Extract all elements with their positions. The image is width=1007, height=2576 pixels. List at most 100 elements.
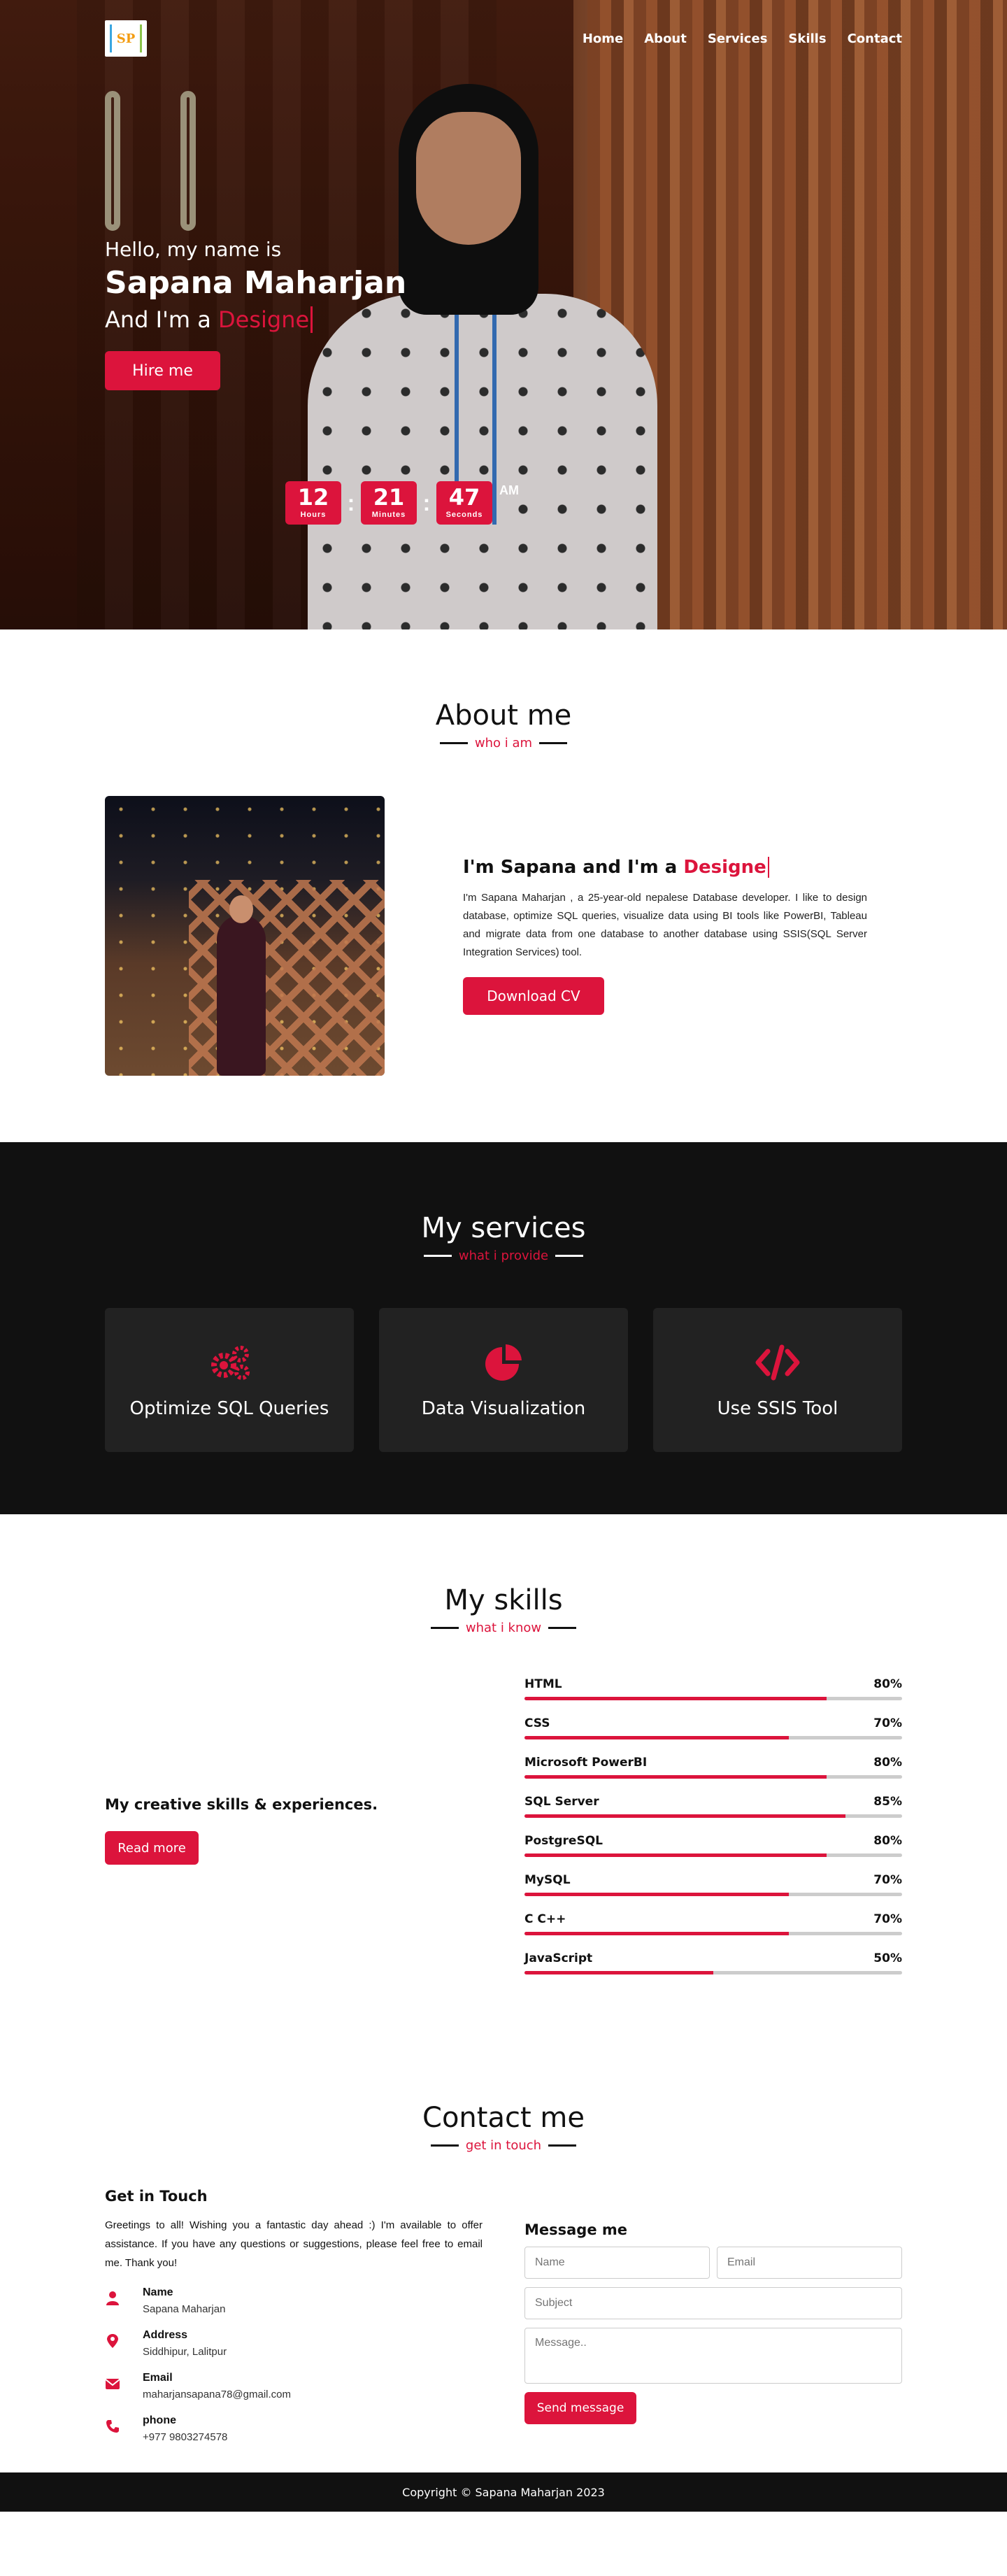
gears-icon bbox=[211, 1346, 250, 1380]
hero-name: Sapana Maharjan bbox=[105, 265, 407, 301]
skill-name: PostgreSQL bbox=[524, 1834, 603, 1848]
services-subtitle: what i provide bbox=[424, 1248, 583, 1263]
skill-name: HTML bbox=[524, 1677, 562, 1691]
user-icon bbox=[106, 2291, 119, 2305]
info-value[interactable]: maharjansapana78@gmail.com bbox=[143, 2389, 291, 2400]
contact-subtitle: get in touch bbox=[431, 2138, 576, 2153]
nav-link-contact[interactable]: Contact bbox=[848, 31, 902, 46]
skill-bar-fill bbox=[524, 1932, 789, 1935]
service-card[interactable]: Use SSIS Tool bbox=[653, 1308, 902, 1452]
service-title: Data Visualization bbox=[421, 1398, 586, 1419]
nav-link-services[interactable]: Services bbox=[708, 31, 768, 46]
hero-role-typed: Designe bbox=[218, 306, 313, 333]
email-input[interactable] bbox=[717, 2247, 902, 2279]
skill-bar bbox=[524, 1853, 902, 1857]
contact-info-phone: phone +977 9803274578 bbox=[105, 2414, 483, 2443]
contact-info-name: Name Sapana Maharjan bbox=[105, 2286, 483, 2315]
hero-intro: Hello, my name is Sapana Maharjan And I'… bbox=[105, 238, 406, 390]
about-photo bbox=[105, 796, 385, 1076]
skill-bar-fill bbox=[524, 1814, 845, 1818]
skill-bar bbox=[524, 1775, 902, 1779]
clock-period: AM bbox=[499, 483, 519, 497]
info-label: phone bbox=[143, 2414, 176, 2426]
clock-seconds: 47 Seconds bbox=[436, 481, 492, 525]
hero-role: And I'm a Designe bbox=[105, 306, 406, 333]
skill-bar-fill bbox=[524, 1775, 827, 1779]
name-input[interactable] bbox=[524, 2247, 710, 2279]
skills-section: My skills what i know My creative skills… bbox=[0, 1514, 1007, 2032]
code-icon bbox=[755, 1344, 800, 1381]
nav-menu: Home About Services Skills Contact bbox=[583, 31, 902, 46]
skill-list: HTML 80% CSS 70% Microsoft PowerBI 80% SQL … bbox=[524, 1677, 902, 1991]
skill-bar bbox=[524, 1971, 902, 1974]
clock-seconds-value: 47 bbox=[448, 484, 480, 511]
contact-section: Contact me get in touch Get in Touch Gre… bbox=[0, 2032, 1007, 2472]
download-cv-button[interactable]: Download CV bbox=[463, 977, 604, 1015]
message-textarea[interactable] bbox=[524, 2328, 902, 2384]
get-in-touch-heading: Get in Touch bbox=[105, 2188, 208, 2205]
skills-subtitle: what i know bbox=[431, 1621, 576, 1635]
read-more-button[interactable]: Read more bbox=[105, 1831, 199, 1865]
about-title: About me bbox=[435, 699, 572, 732]
skill-percent: 80% bbox=[873, 1677, 902, 1691]
hire-me-button[interactable]: Hire me bbox=[105, 351, 220, 390]
skill-percent: 80% bbox=[873, 1834, 902, 1848]
about-heading: I'm Sapana and I'm a Designe bbox=[463, 857, 867, 878]
skill-percent: 50% bbox=[873, 1951, 902, 1965]
clock-separator: : bbox=[422, 490, 431, 515]
services-section: My services what i provide Optimize SQL … bbox=[0, 1142, 1007, 1514]
message-me-heading: Message me bbox=[524, 2221, 628, 2238]
service-card[interactable]: Optimize SQL Queries bbox=[105, 1308, 354, 1452]
service-card[interactable]: Data Visualization bbox=[379, 1308, 628, 1452]
site-logo[interactable]: SP bbox=[105, 20, 147, 57]
skill-bar bbox=[524, 1932, 902, 1935]
skill-percent: 70% bbox=[873, 1912, 902, 1926]
envelope-icon bbox=[105, 2379, 120, 2389]
skill-bar-fill bbox=[524, 1853, 827, 1857]
skill-percent: 70% bbox=[873, 1716, 902, 1730]
skill-bar bbox=[524, 1814, 902, 1818]
nav-link-about[interactable]: About bbox=[644, 31, 687, 46]
contact-info-email: Email maharjansapana78@gmail.com bbox=[105, 2372, 483, 2400]
about-section: About me who i am I'm Sapana and I'm a D… bbox=[0, 629, 1007, 1142]
nav-link-skills[interactable]: Skills bbox=[788, 31, 826, 46]
skill-item: HTML 80% bbox=[524, 1677, 902, 1700]
clock-minutes: 21 Minutes bbox=[361, 481, 417, 525]
pie-chart-icon bbox=[485, 1344, 522, 1381]
clock-hours: 12 Hours bbox=[285, 481, 341, 525]
send-message-button[interactable]: Send message bbox=[524, 2392, 636, 2424]
skill-item: Microsoft PowerBI 80% bbox=[524, 1756, 902, 1779]
services-title: My services bbox=[421, 1212, 586, 1244]
info-label: Name bbox=[143, 2286, 173, 2298]
copyright-text: Copyright © Sapana Maharjan 2023 bbox=[402, 2485, 605, 2499]
subject-input[interactable] bbox=[524, 2287, 902, 2319]
info-label: Address bbox=[143, 2329, 188, 2341]
about-heading-prefix: I'm Sapana and I'm a bbox=[463, 857, 678, 878]
skill-item: C C++ 70% bbox=[524, 1912, 902, 1935]
service-title: Optimize SQL Queries bbox=[129, 1398, 329, 1419]
info-value[interactable]: +977 9803274578 bbox=[143, 2431, 227, 2443]
clock-minutes-value: 21 bbox=[373, 484, 405, 511]
clock-hours-value: 12 bbox=[297, 484, 329, 511]
skill-item: CSS 70% bbox=[524, 1716, 902, 1739]
clock-separator: : bbox=[347, 490, 355, 515]
skill-bar-fill bbox=[524, 1971, 713, 1974]
info-value: Sapana Maharjan bbox=[143, 2303, 226, 2315]
skill-item: JavaScript 50% bbox=[524, 1951, 902, 1974]
navbar: SP Home About Services Skills Contact bbox=[0, 0, 1007, 77]
hero-section: SP Home About Services Skills Contact He… bbox=[0, 0, 1007, 629]
skill-name: Microsoft PowerBI bbox=[524, 1756, 648, 1770]
skill-item: SQL Server 85% bbox=[524, 1795, 902, 1818]
skill-name: MySQL bbox=[524, 1873, 571, 1887]
nav-link-home[interactable]: Home bbox=[583, 31, 623, 46]
info-value: Siddhipur, Lalitpur bbox=[143, 2346, 227, 2358]
contact-intro: Greetings to all! Wishing you a fantasti… bbox=[105, 2219, 483, 2269]
service-title: Use SSIS Tool bbox=[717, 1398, 838, 1419]
skill-percent: 70% bbox=[873, 1873, 902, 1887]
skill-bar bbox=[524, 1893, 902, 1896]
contact-info-address: Address Siddhipur, Lalitpur bbox=[105, 2329, 483, 2358]
skill-name: CSS bbox=[524, 1716, 550, 1730]
logo-mark: SP bbox=[110, 24, 142, 52]
hero-role-prefix: And I'm a bbox=[105, 306, 211, 333]
clock-minutes-label: Minutes bbox=[371, 511, 406, 519]
